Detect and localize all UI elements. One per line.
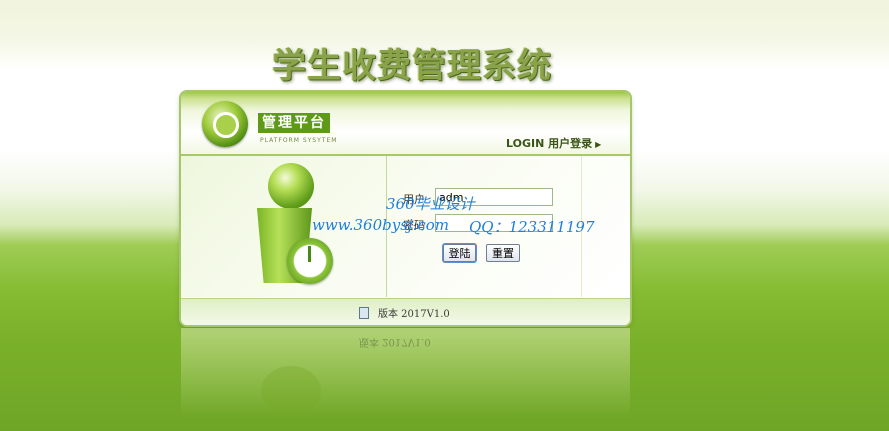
- user-clock-icon: [268, 163, 314, 209]
- platform-title: 管理平台: [258, 113, 330, 133]
- panel-header: 管理平台 PLATFORM SYSYTEM LOGIN 用户登录 ▶: [181, 92, 630, 156]
- panel-footer: 版本 2017V1.0: [181, 298, 630, 325]
- login-button[interactable]: 登陆: [443, 244, 476, 262]
- clock-logo-icon: [202, 101, 248, 147]
- watermark-qq: QQ：123311197: [469, 218, 595, 236]
- reset-button[interactable]: 重置: [486, 244, 520, 262]
- reflection-figure: [261, 366, 321, 416]
- watermark-line1: 360毕业设计: [386, 195, 475, 213]
- login-header-link[interactable]: LOGIN 用户登录 ▶: [506, 135, 601, 151]
- watermark-site: www.360bysj.com: [312, 216, 449, 234]
- system-title: 学生收费管理系统: [272, 46, 552, 86]
- login-header-label: LOGIN 用户登录: [506, 137, 593, 150]
- reflection-version: 版本 2017V1.0: [359, 336, 431, 347]
- document-icon: [359, 307, 369, 319]
- arrow-right-icon: ▶: [595, 140, 602, 149]
- panel-reflection: 版本 2017V1.0: [181, 328, 630, 418]
- platform-subtitle: PLATFORM SYSYTEM: [260, 137, 338, 144]
- clock-hand: [308, 246, 311, 262]
- version-text: 版本 2017V1.0: [378, 309, 450, 320]
